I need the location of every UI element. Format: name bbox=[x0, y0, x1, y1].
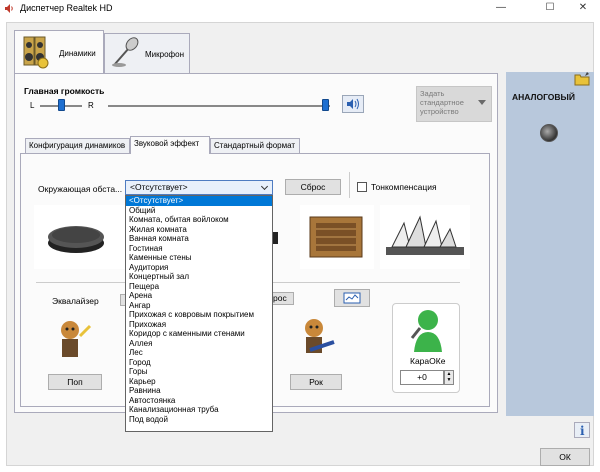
audio-jack-icon[interactable] bbox=[540, 124, 558, 142]
dropdown-option[interactable]: Каменные стены bbox=[126, 253, 272, 263]
dropdown-option[interactable]: Общий bbox=[126, 206, 272, 216]
dropdown-option[interactable]: Прихожая bbox=[126, 320, 272, 330]
dropdown-option[interactable]: Горы bbox=[126, 367, 272, 377]
tab-default-format[interactable]: Стандартный формат bbox=[210, 138, 300, 153]
dropdown-option[interactable]: Автостоянка bbox=[126, 396, 272, 406]
analog-label: АНАЛОГОВЫЙ bbox=[512, 92, 575, 102]
info-button[interactable]: i bbox=[574, 422, 590, 438]
environment-image-stone[interactable] bbox=[300, 205, 374, 269]
pop-preset-button[interactable]: Поп bbox=[48, 374, 102, 390]
dropdown-option[interactable]: Под водой bbox=[126, 415, 272, 425]
dropdown-option[interactable]: Гостиная bbox=[126, 244, 272, 254]
equalizer-label: Эквалайзер bbox=[52, 296, 99, 306]
environment-label: Окружающая обста... bbox=[38, 184, 123, 194]
dropdown-option[interactable]: Концертный зал bbox=[126, 272, 272, 282]
loudness-label: Тонкомпенсация bbox=[371, 182, 437, 192]
tab-sound-effect[interactable]: Звуковой эффект bbox=[130, 136, 210, 154]
environment-image-opera[interactable] bbox=[380, 205, 470, 269]
chevron-down-icon bbox=[478, 100, 486, 105]
dropdown-option[interactable]: Коридор с каменными стенами bbox=[126, 329, 272, 339]
window-title: Диспетчер Realtek HD bbox=[20, 3, 113, 13]
ok-button[interactable]: ОК bbox=[540, 448, 590, 466]
speaker-icon bbox=[347, 98, 359, 110]
rock-singer-icon[interactable] bbox=[296, 316, 342, 362]
tab-speaker-config[interactable]: Конфигурация динамиков bbox=[25, 138, 130, 153]
environment-dropdown-list: <Отсутствует> Общий Комната, обитая войлок… bbox=[125, 195, 273, 432]
mute-button[interactable] bbox=[342, 95, 364, 113]
balance-right-label: R bbox=[88, 101, 94, 110]
karaoke-singer-icon[interactable] bbox=[408, 308, 444, 352]
info-icon: i bbox=[580, 424, 585, 438]
dropdown-option[interactable]: Аллея bbox=[126, 339, 272, 349]
close-button[interactable]: ✕ bbox=[568, 0, 598, 18]
speakers-icon bbox=[23, 36, 49, 69]
dropdown-option[interactable]: Карьер bbox=[126, 377, 272, 387]
environment-image-felt[interactable] bbox=[34, 205, 126, 269]
dropdown-option[interactable]: Прихожая с ковровым покрытием bbox=[126, 310, 272, 320]
balance-slider[interactable] bbox=[58, 99, 65, 111]
karaoke-spinner[interactable]: ▲ ▼ bbox=[444, 370, 454, 385]
balance-left-label: L bbox=[30, 101, 35, 110]
speaker-app-icon bbox=[5, 4, 13, 13]
svg-text:i: i bbox=[580, 424, 585, 437]
rock-preset-button[interactable]: Рок bbox=[290, 374, 342, 390]
dropdown-option[interactable]: Канализационная труба bbox=[126, 405, 272, 415]
dropdown-option[interactable]: Пещера bbox=[126, 282, 272, 292]
minimize-button[interactable]: — bbox=[486, 0, 516, 18]
dropdown-option[interactable]: Комната, обитая войлоком bbox=[126, 215, 272, 225]
dropdown-option[interactable]: Жилая комната bbox=[126, 225, 272, 235]
dropdown-option[interactable]: Арена bbox=[126, 291, 272, 301]
volume-track bbox=[108, 105, 330, 107]
maximize-button[interactable]: ☐ bbox=[535, 0, 565, 18]
tab-microphone-label: Микрофон bbox=[145, 50, 184, 59]
dropdown-option[interactable]: Аудитория bbox=[126, 263, 272, 273]
opera-house-icon bbox=[386, 215, 464, 255]
dropdown-option[interactable]: <Отсутствует> bbox=[126, 196, 272, 206]
environment-select[interactable]: <Отсутствует> bbox=[125, 180, 273, 195]
loudness-checkbox[interactable] bbox=[357, 182, 367, 192]
pop-singer-icon[interactable] bbox=[50, 318, 98, 364]
tab-speakers[interactable]: Динамики bbox=[14, 30, 104, 74]
felt-pad-icon bbox=[48, 226, 104, 253]
karaoke-value-field[interactable]: +0 bbox=[400, 370, 444, 385]
environment-reset-button[interactable]: Сброс bbox=[285, 179, 341, 195]
dropdown-option[interactable]: Город bbox=[126, 358, 272, 368]
dropdown-option[interactable]: Ванная комната bbox=[126, 234, 272, 244]
equalizer-icon bbox=[343, 292, 361, 304]
graphic-eq-button[interactable] bbox=[334, 289, 370, 307]
dropdown-option[interactable]: Лес bbox=[126, 348, 272, 358]
folder-icon[interactable] bbox=[574, 72, 590, 86]
dropdown-option[interactable]: Ангар bbox=[126, 301, 272, 311]
separator bbox=[349, 172, 350, 198]
microphone-icon bbox=[112, 37, 139, 67]
stone-wall-icon bbox=[309, 216, 363, 258]
tab-microphone[interactable]: Микрофон bbox=[104, 33, 190, 75]
tab-speakers-label: Динамики bbox=[59, 49, 96, 58]
karaoke-label: КараОКе bbox=[410, 356, 446, 366]
dropdown-option[interactable]: Равнина bbox=[126, 386, 272, 396]
volume-title: Главная громкость bbox=[24, 86, 105, 96]
volume-slider[interactable] bbox=[322, 99, 329, 111]
